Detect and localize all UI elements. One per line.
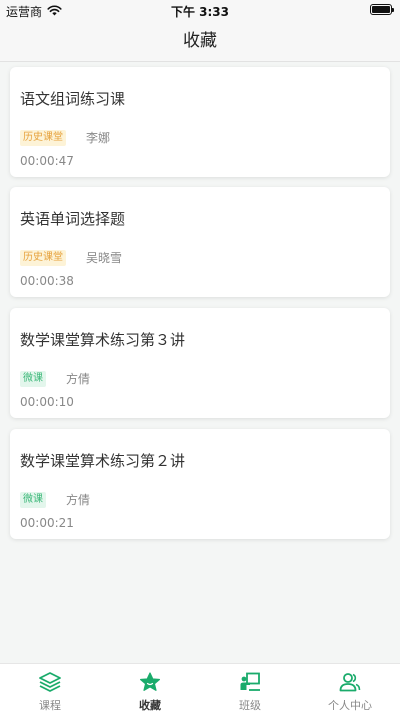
tab-label: 个人中心 xyxy=(328,699,372,711)
tab-label: 班级 xyxy=(239,699,261,711)
course-duration: 00:00:38 xyxy=(20,274,74,288)
course-meta: 历史课堂 李娜 xyxy=(20,129,110,146)
tab-class[interactable]: 班级 xyxy=(200,664,300,711)
nav-bar: 收藏 xyxy=(0,22,400,62)
category-tag: 微课 xyxy=(20,491,46,508)
course-title: 英语单词选择题 xyxy=(20,210,126,228)
favorite-card[interactable]: 语文组词练习课 历史课堂 李娜 00:00:47 xyxy=(10,67,390,177)
course-title: 数学课堂算术练习第２讲 xyxy=(20,452,186,470)
favorite-card[interactable]: 数学课堂算术练习第３讲 微课 方倩 00:00:10 xyxy=(10,308,390,418)
tab-label: 课程 xyxy=(39,699,61,711)
course-meta: 微课 方倩 xyxy=(20,370,90,387)
course-meta: 微课 方倩 xyxy=(20,491,90,508)
teacher-name: 李娜 xyxy=(86,131,111,145)
teacher-name: 吴晓雪 xyxy=(86,251,123,265)
course-duration: 00:00:21 xyxy=(20,516,74,530)
tab-bar: 课程 收藏 班级 个人中心 xyxy=(0,663,400,711)
course-meta: 历史课堂 吴晓雪 xyxy=(20,249,122,266)
users-icon xyxy=(339,672,361,692)
status-bar: 运营商 下午 3:33 xyxy=(0,0,400,22)
battery-icon xyxy=(370,4,394,15)
tab-profile[interactable]: 个人中心 xyxy=(300,664,400,711)
course-duration: 00:00:47 xyxy=(20,154,74,168)
tab-favorites[interactable]: 收藏 xyxy=(100,664,200,711)
teacher-name: 方倩 xyxy=(66,372,91,386)
category-tag: 历史课堂 xyxy=(20,129,66,146)
classroom-icon xyxy=(239,672,261,692)
category-tag: 历史课堂 xyxy=(20,249,66,266)
tab-courses[interactable]: 课程 xyxy=(0,664,100,711)
course-title: 语文组词练习课 xyxy=(20,90,126,108)
layers-icon xyxy=(39,672,61,692)
teacher-name: 方倩 xyxy=(66,493,91,507)
category-tag: 微课 xyxy=(20,370,46,387)
status-time: 下午 3:33 xyxy=(170,5,230,19)
page-title: 收藏 xyxy=(183,31,217,51)
course-title: 数学课堂算术练习第３讲 xyxy=(20,331,186,349)
course-duration: 00:00:10 xyxy=(20,395,74,409)
favorite-card[interactable]: 数学课堂算术练习第２讲 微课 方倩 00:00:21 xyxy=(10,429,390,539)
tab-label: 收藏 xyxy=(139,699,161,711)
favorite-card[interactable]: 英语单词选择题 历史课堂 吴晓雪 00:00:38 xyxy=(10,187,390,297)
star-icon xyxy=(139,672,161,692)
